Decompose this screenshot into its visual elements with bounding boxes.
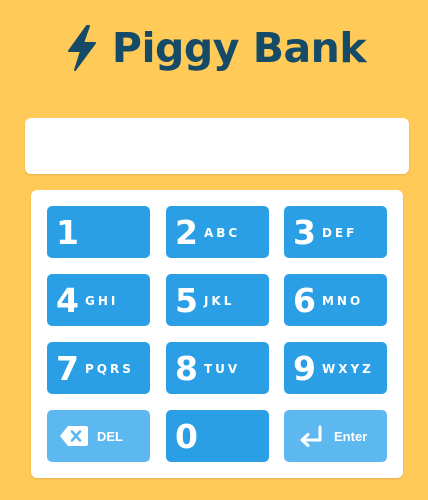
enter-label: Enter: [334, 428, 368, 444]
key-letters: TUV: [203, 362, 241, 376]
key-letters: GHI: [84, 294, 119, 308]
key-5[interactable]: 5 JKL: [166, 274, 269, 326]
key-digit: 6: [293, 280, 316, 320]
key-digit: 5: [175, 280, 198, 320]
key-letters: PQRS: [84, 362, 134, 376]
backspace-icon: [60, 426, 88, 446]
key-2[interactable]: 2 ABC: [166, 206, 269, 258]
key-4[interactable]: 4 GHI: [47, 274, 150, 326]
key-0[interactable]: 0: [166, 410, 269, 462]
key-letters: ABC: [203, 226, 241, 240]
key-6[interactable]: 6 MNO: [284, 274, 387, 326]
enter-return-icon: [300, 425, 322, 447]
key-1[interactable]: 1: [47, 206, 150, 258]
key-digit: 7: [56, 348, 79, 388]
app-title: Piggy Bank: [111, 24, 367, 72]
delete-label: DEL: [97, 428, 123, 444]
key-letters: WXYZ: [321, 362, 374, 376]
key-8[interactable]: 8 TUV: [166, 342, 269, 394]
key-digit: 1: [56, 212, 79, 252]
key-digit: 9: [293, 348, 316, 388]
delete-button[interactable]: DEL: [47, 410, 150, 462]
key-digit: 8: [175, 348, 198, 388]
key-digit: 4: [56, 280, 79, 320]
key-letters: MNO: [321, 294, 364, 308]
key-3[interactable]: 3 DEF: [284, 206, 387, 258]
enter-button[interactable]: Enter: [284, 410, 387, 462]
key-digit: 3: [293, 212, 316, 252]
key-9[interactable]: 9 WXYZ: [284, 342, 387, 394]
key-digit: 2: [175, 212, 198, 252]
keypad: 1 2 ABC 3 DEF 4 GHI 5 JKL 6 MNO 7 PQRS 8…: [31, 190, 403, 478]
app-header: Piggy Bank: [0, 18, 428, 78]
amount-display-field[interactable]: [25, 118, 409, 174]
lightning-bolt-icon: [67, 25, 96, 71]
key-digit: 0: [175, 416, 198, 456]
key-7[interactable]: 7 PQRS: [47, 342, 150, 394]
key-letters: JKL: [203, 294, 235, 308]
key-letters: DEF: [321, 226, 358, 240]
